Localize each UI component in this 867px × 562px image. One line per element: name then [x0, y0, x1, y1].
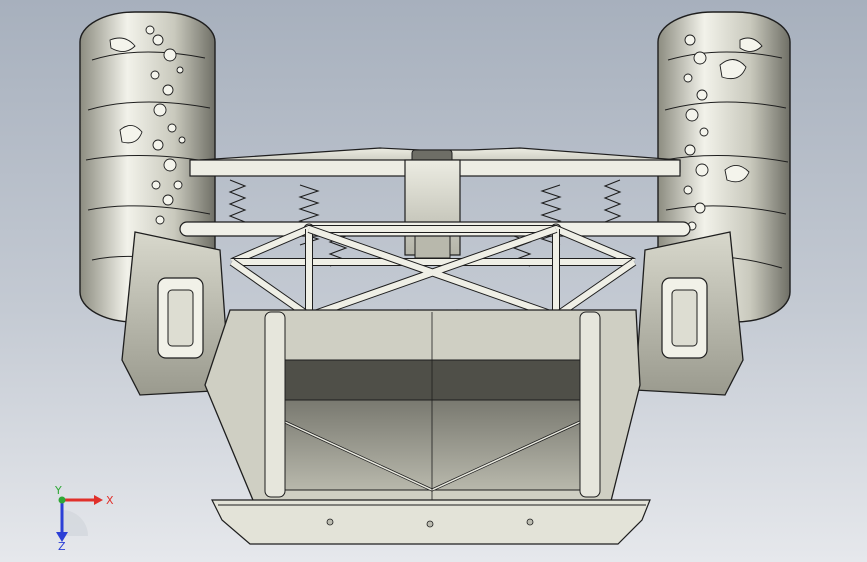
skid-plate-body[interactable]	[204, 309, 641, 506]
rc-truck-chassis-model[interactable]	[0, 0, 867, 562]
z-axis-label: Z	[58, 540, 66, 550]
center-gearbox[interactable]	[404, 159, 461, 259]
x-axis-arrowhead	[94, 495, 103, 505]
right-bumper-block[interactable]	[634, 231, 744, 396]
x-axis-label: X	[106, 494, 114, 507]
y-axis-label: Y	[54, 484, 62, 497]
coordinate-triad: X Y Z	[54, 484, 114, 550]
bottom-skid-rail[interactable]	[211, 499, 651, 545]
y-axis-dot	[58, 496, 66, 504]
cad-3d-viewport[interactable]: X Y Z	[0, 0, 867, 562]
